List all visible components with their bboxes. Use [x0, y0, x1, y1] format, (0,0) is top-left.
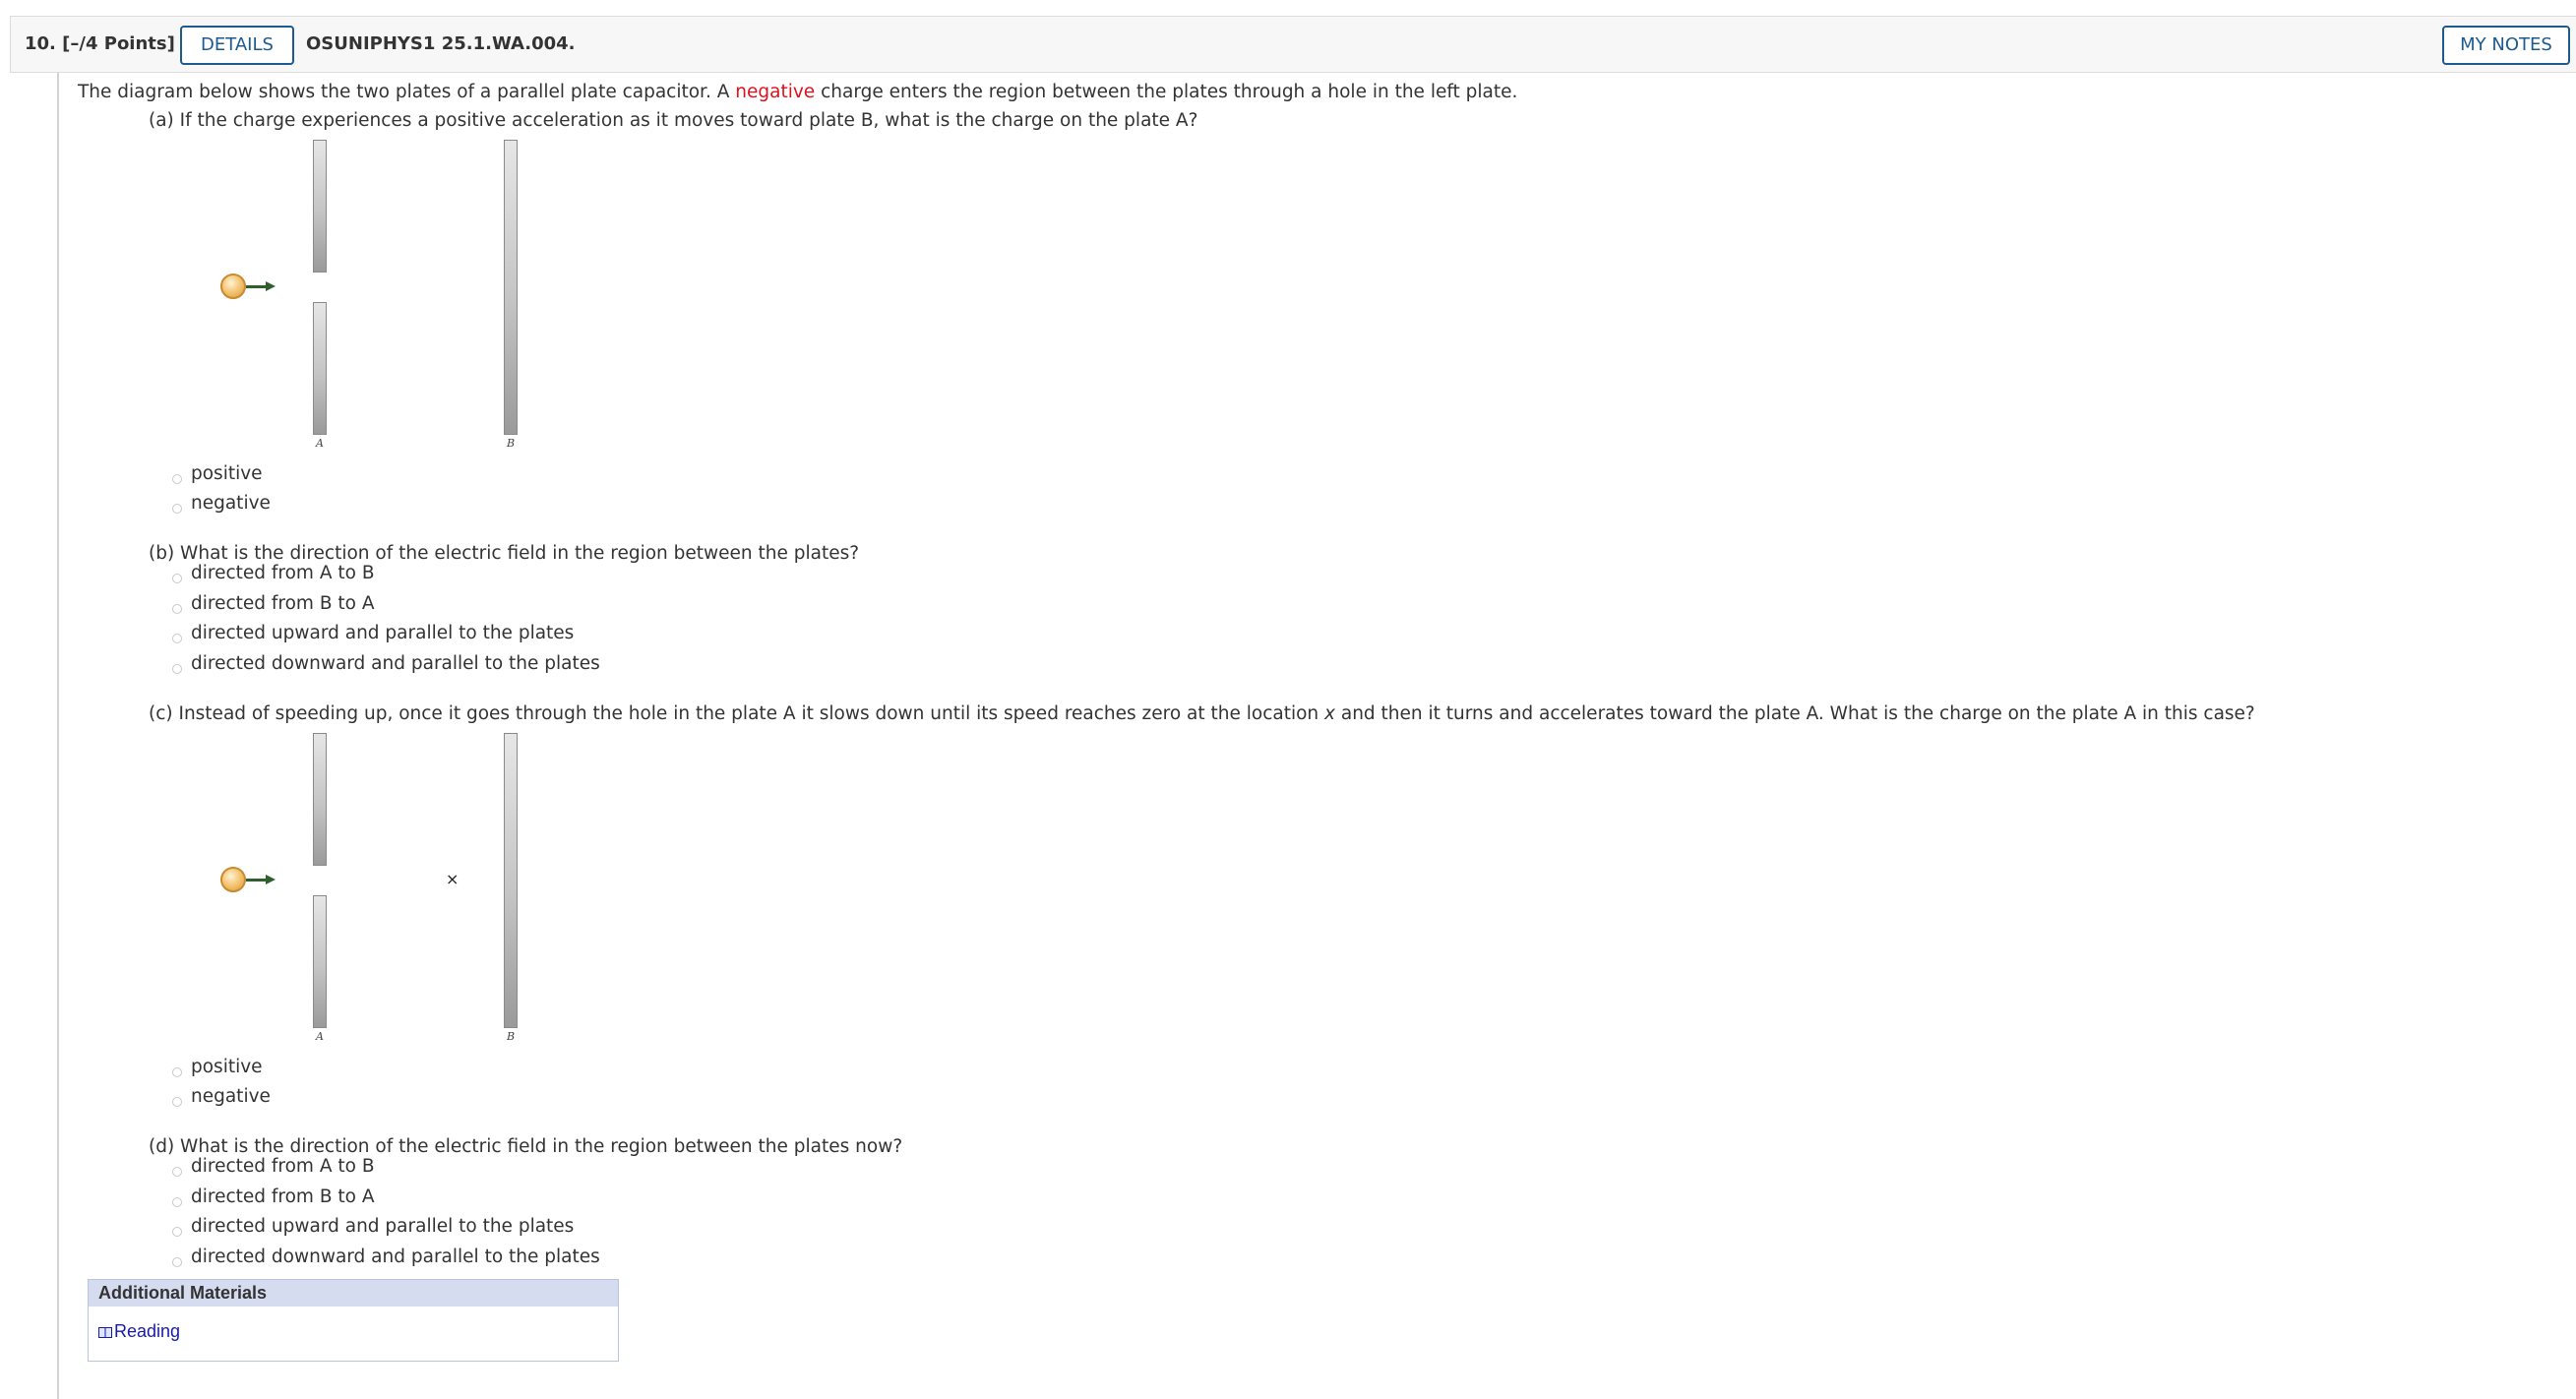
plate-a-label: A	[316, 1030, 324, 1043]
question-left-border	[57, 73, 59, 1399]
part-b-question: (b) What is the direction of the electri…	[149, 543, 860, 564]
question-header: 10. [–/4 Points] DETAILS OSUNIPHYS1 25.1…	[10, 16, 2576, 73]
question-code: OSUNIPHYS1 25.1.WA.004.	[306, 33, 576, 54]
part-b-radio-downward[interactable]	[172, 664, 182, 674]
negative-highlight: negative	[735, 82, 816, 102]
intro-text: The diagram below shows the two plates o…	[78, 82, 1518, 102]
part-a-question: (a) If the charge experiences a positive…	[149, 110, 1198, 131]
part-d-option-b-to-a[interactable]: directed from B to A	[191, 1186, 375, 1207]
part-b-radio-a-to-b[interactable]	[172, 574, 182, 583]
part-b-option-b-to-a[interactable]: directed from B to A	[191, 593, 375, 614]
plate-a-lower	[313, 895, 327, 1028]
part-a-option-negative[interactable]: negative	[191, 493, 271, 514]
part-d-radio-b-to-a[interactable]	[172, 1197, 182, 1207]
negative-charge	[220, 274, 246, 299]
part-b-option-upward[interactable]: directed upward and parallel to the plat…	[191, 623, 574, 643]
part-b-radio-upward[interactable]	[172, 634, 182, 643]
part-b-option-downward[interactable]: directed downward and parallel to the pl…	[191, 653, 600, 674]
plate-b-label: B	[507, 437, 516, 450]
book-icon	[98, 1327, 112, 1338]
part-d-radio-upward[interactable]	[172, 1227, 182, 1237]
negative-charge	[220, 867, 246, 892]
part-b-radio-b-to-a[interactable]	[172, 604, 182, 614]
part-d-option-a-to-b[interactable]: directed from A to B	[191, 1156, 375, 1177]
plate-a-upper	[313, 140, 327, 273]
plate-b-label: B	[507, 1030, 516, 1043]
part-d-question: (d) What is the direction of the electri…	[149, 1136, 903, 1157]
part-c-option-positive[interactable]: positive	[191, 1057, 263, 1077]
velocity-arrow-head	[266, 281, 276, 291]
part-a-radio-positive[interactable]	[172, 474, 182, 484]
plate-b	[504, 733, 518, 1028]
part-b-option-a-to-b[interactable]: directed from A to B	[191, 563, 375, 583]
additional-materials-header: Additional Materials	[89, 1280, 618, 1307]
plate-a-label: A	[316, 437, 324, 450]
part-d-radio-a-to-b[interactable]	[172, 1167, 182, 1177]
additional-materials-box: Additional Materials Reading	[88, 1279, 619, 1362]
part-a-radio-negative[interactable]	[172, 504, 182, 514]
part-d-option-upward[interactable]: directed upward and parallel to the plat…	[191, 1216, 574, 1237]
plate-b	[504, 140, 518, 435]
part-c-radio-negative[interactable]	[172, 1097, 182, 1107]
velocity-arrow-line	[246, 879, 267, 882]
velocity-arrow-line	[246, 285, 267, 288]
part-a-option-positive[interactable]: positive	[191, 463, 263, 484]
question-number: 10. [–/4 Points]	[25, 33, 175, 54]
location-variable: x	[1324, 703, 1335, 724]
reading-link[interactable]: Reading	[98, 1321, 180, 1342]
reading-link-label[interactable]: Reading	[114, 1321, 180, 1341]
my-notes-button[interactable]: MY NOTES	[2442, 26, 2570, 65]
part-d-radio-downward[interactable]	[172, 1257, 182, 1267]
additional-materials-title: Additional Materials	[98, 1283, 268, 1303]
plate-a-upper	[313, 733, 327, 866]
stop-location-marker: ×	[446, 870, 460, 888]
part-c-question: (c) Instead of speeding up, once it goes…	[149, 703, 2255, 724]
velocity-arrow-head	[266, 875, 276, 884]
part-d-option-downward[interactable]: directed downward and parallel to the pl…	[191, 1247, 600, 1267]
plate-a-lower	[313, 302, 327, 435]
details-button[interactable]: DETAILS	[180, 26, 294, 65]
part-c-option-negative[interactable]: negative	[191, 1086, 271, 1107]
part-c-radio-positive[interactable]	[172, 1067, 182, 1077]
